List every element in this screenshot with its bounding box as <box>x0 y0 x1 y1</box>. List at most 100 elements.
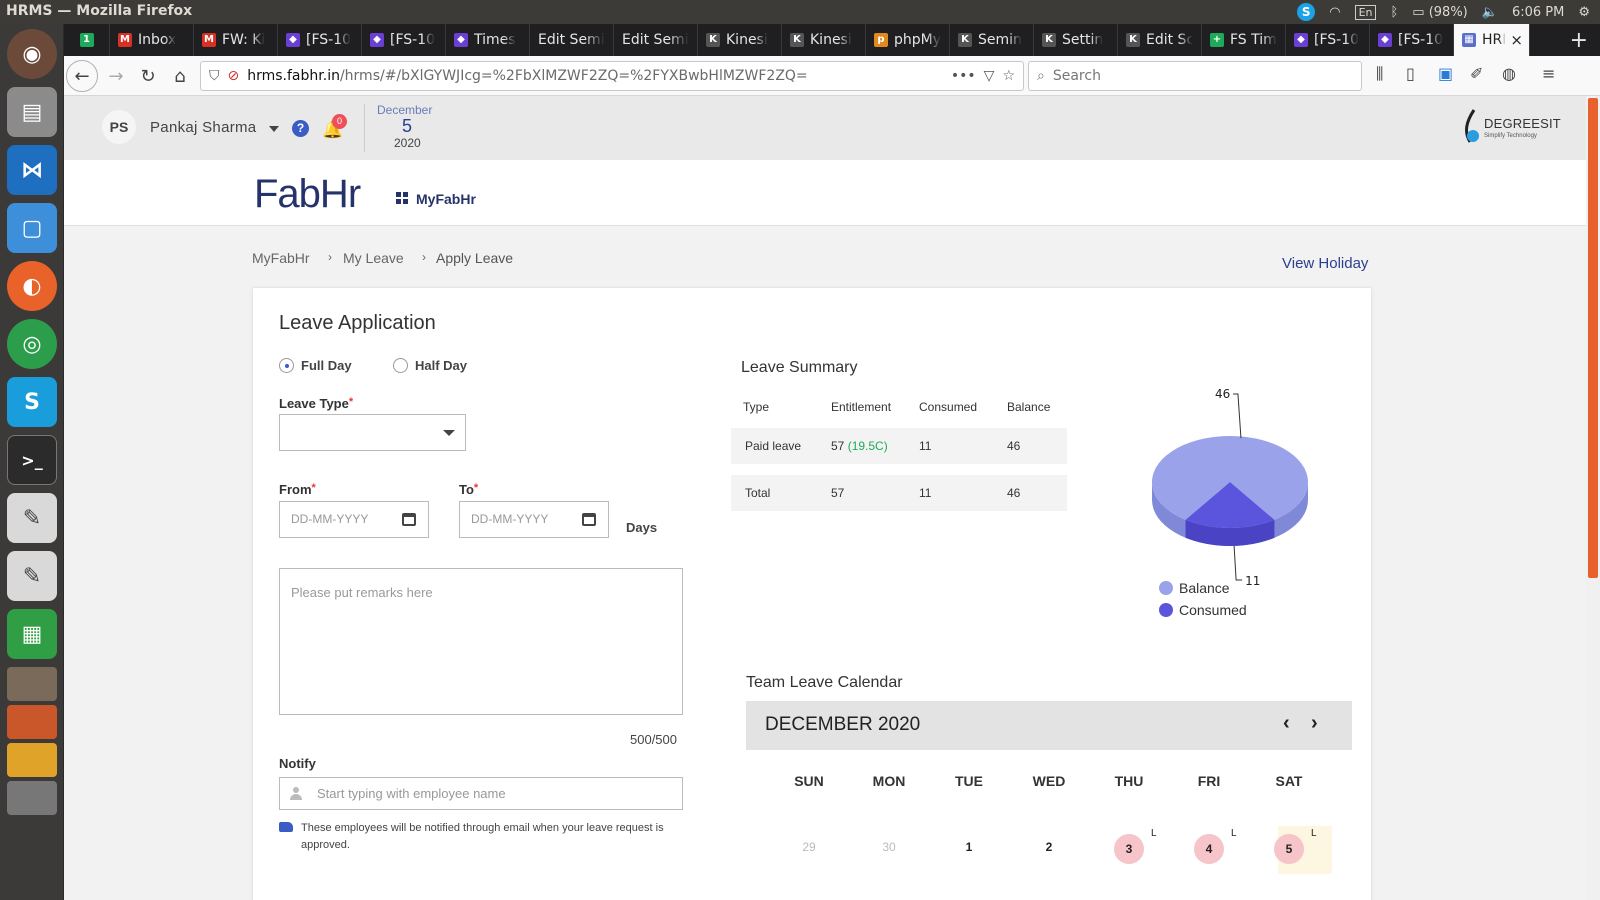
browser-tab[interactable]: p phpMy <box>866 24 950 56</box>
screenshot-icon[interactable]: ▣ <box>1438 64 1453 83</box>
terminal-icon[interactable]: >_ <box>7 435 57 485</box>
view-holiday-link[interactable]: View Holiday <box>1282 255 1368 272</box>
keyboard-layout[interactable]: En <box>1354 4 1377 20</box>
browser-tab[interactable]: K Kinesi <box>782 24 866 56</box>
calendar-icon[interactable] <box>402 513 416 526</box>
launcher-app-3-icon[interactable] <box>7 743 57 777</box>
hamburger-menu-icon[interactable]: ≡ <box>1542 64 1555 83</box>
library-icon[interactable]: ⫼ <box>1376 64 1383 84</box>
wifi-icon[interactable]: ◠ <box>1329 5 1340 20</box>
browser-tab[interactable]: K Edit Sc <box>1118 24 1202 56</box>
browser-tab[interactable]: ◆ [FS-10 <box>362 24 446 56</box>
launcher-app-2-icon[interactable] <box>7 705 57 739</box>
full-day-label: Full Day <box>301 358 352 373</box>
from-date-input[interactable]: DD-MM-YYYY <box>279 501 429 538</box>
avatar[interactable]: PS <box>102 110 136 144</box>
forward-arrow-icon[interactable]: → <box>100 60 132 92</box>
text-editor-icon[interactable]: ✎ <box>7 493 57 543</box>
vscode-icon[interactable]: ⋈ <box>7 145 57 195</box>
text-editor-2-icon[interactable]: ✎ <box>7 551 57 601</box>
notify-input[interactable]: Start typing with employee name <box>279 777 683 810</box>
breadcrumb-myfabhr[interactable]: MyFabHr <box>252 250 310 266</box>
launcher-app-icon[interactable] <box>7 667 57 701</box>
legend-consumed[interactable]: Consumed <box>1159 602 1247 618</box>
browser-tab[interactable]: Edit Semi <box>530 24 614 56</box>
url-bar[interactable]: ⛉ ⊘ hrms.fabhr.in/hrms/#/bXlGYWJIcg=%2Fb… <box>200 61 1024 91</box>
battery-indicator[interactable]: ▭ (98%) <box>1412 5 1467 20</box>
browser-tab[interactable]: M FW: Ki <box>194 24 278 56</box>
calendar-day-leave[interactable]: 3 <box>1114 834 1144 864</box>
bookmark-star-icon[interactable]: ☆ <box>1002 68 1023 84</box>
calendar-day[interactable]: 1 <box>939 840 999 854</box>
remarks-textarea[interactable]: Please put remarks here <box>279 568 683 715</box>
full-day-radio[interactable]: Full Day <box>279 358 352 373</box>
calendar-day[interactable]: 2 <box>1019 840 1079 854</box>
skype-icon[interactable]: S <box>7 377 57 427</box>
eyedropper-icon[interactable]: ✐ <box>1470 64 1483 83</box>
half-day-radio[interactable]: Half Day <box>393 358 467 373</box>
calendar-next-chevron-right-icon[interactable]: › <box>1311 712 1318 735</box>
user-menu-chevron-down-icon[interactable] <box>269 126 279 132</box>
browser-tab[interactable]: ◆ [FS-10 <box>1286 24 1370 56</box>
search-bar[interactable]: ⌕ Search <box>1028 61 1362 91</box>
browser-tab[interactable]: ▦ HRI × <box>1454 24 1530 56</box>
skype-tray-icon[interactable]: S <box>1297 3 1316 21</box>
bluetooth-icon[interactable]: ᛒ <box>1390 5 1398 20</box>
insecure-lock-icon[interactable]: ⊘ <box>228 68 240 84</box>
browser-tab[interactable]: K Kinesi <box>698 24 782 56</box>
volume-icon[interactable]: 🔈 <box>1482 5 1498 20</box>
sidebar-icon[interactable]: ▯ <box>1406 64 1415 83</box>
calendar-icon[interactable] <box>582 513 596 526</box>
table-row: Total 57 11 46 <box>731 475 1067 511</box>
fabhr-logo[interactable]: FabHr <box>254 172 361 217</box>
browser-tab[interactable]: ◆ [FS-10 <box>278 24 362 56</box>
browser-tab[interactable]: + FS Tim <box>1202 24 1286 56</box>
browser-tab[interactable]: K Semin <box>950 24 1034 56</box>
shield-icon[interactable]: ⛉ <box>209 68 220 84</box>
browser-tab[interactable]: K Settin <box>1034 24 1118 56</box>
leave-type-select[interactable] <box>279 414 466 451</box>
back-arrow-icon[interactable]: ← <box>66 60 98 92</box>
page-actions-icon[interactable]: ••• <box>951 68 976 84</box>
user-name[interactable]: Pankaj Sharma <box>150 119 256 136</box>
url-text[interactable]: hrms.fabhr.in/hrms/#/bXlGYWJIcg=%2FbXlMZ… <box>247 68 943 84</box>
calendar-day-leave[interactable]: 4 <box>1194 834 1224 864</box>
browser-tab[interactable]: M Inbox <box>110 24 194 56</box>
pocket-icon[interactable]: ▽ <box>984 68 995 84</box>
header-divider <box>364 104 365 152</box>
home-icon[interactable]: ⌂ <box>164 60 196 92</box>
browser-tab[interactable]: ◆ Times <box>446 24 530 56</box>
calendar-day[interactable]: 30 <box>859 840 919 854</box>
leave-marker: L <box>1151 828 1157 839</box>
account-icon[interactable]: ◍ <box>1502 64 1516 83</box>
calendar-day-leave[interactable]: 5 <box>1274 834 1304 864</box>
browser-tab[interactable]: ◆ [FS-10 <box>1370 24 1454 56</box>
leave-type-text: Leave Type <box>279 396 349 411</box>
new-tab-button[interactable]: + <box>1558 24 1600 56</box>
launcher-app-4-icon[interactable] <box>7 781 57 815</box>
virtualbox-icon[interactable]: ▢ <box>7 203 57 253</box>
firefox-icon[interactable]: ◐ <box>7 261 57 311</box>
myfabhr-menu[interactable]: MyFabHr <box>416 191 476 207</box>
browser-tab[interactable]: Edit Semi <box>614 24 698 56</box>
calendar-day[interactable]: 29 <box>779 840 839 854</box>
spreadsheet-icon[interactable]: ▦ <box>7 609 57 659</box>
page-scrollbar[interactable] <box>1586 96 1600 900</box>
to-date-input[interactable]: DD-MM-YYYY <box>459 501 609 538</box>
reload-icon[interactable]: ↻ <box>132 60 164 92</box>
scrollbar-thumb[interactable] <box>1588 98 1598 578</box>
help-icon[interactable]: ? <box>292 120 309 137</box>
browser-tab[interactable]: 1 <box>64 24 110 56</box>
files-icon[interactable]: ▤ <box>7 87 57 137</box>
pie-leader-line-consumed <box>1233 545 1243 581</box>
power-gear-icon[interactable]: ⚙ <box>1578 5 1590 20</box>
chrome-icon[interactable]: ◎ <box>7 319 57 369</box>
grid-menu-icon[interactable] <box>396 192 408 204</box>
clock[interactable]: 6:06 PM <box>1512 5 1564 20</box>
calendar-prev-chevron-left-icon[interactable]: ‹ <box>1283 712 1290 735</box>
tab-close-icon[interactable]: × <box>1510 31 1523 49</box>
from-label: From* <box>279 482 316 497</box>
ubuntu-dash-icon[interactable]: ◉ <box>7 29 57 79</box>
legend-balance[interactable]: Balance <box>1159 580 1230 596</box>
breadcrumb-my-leave[interactable]: My Leave <box>343 250 404 266</box>
